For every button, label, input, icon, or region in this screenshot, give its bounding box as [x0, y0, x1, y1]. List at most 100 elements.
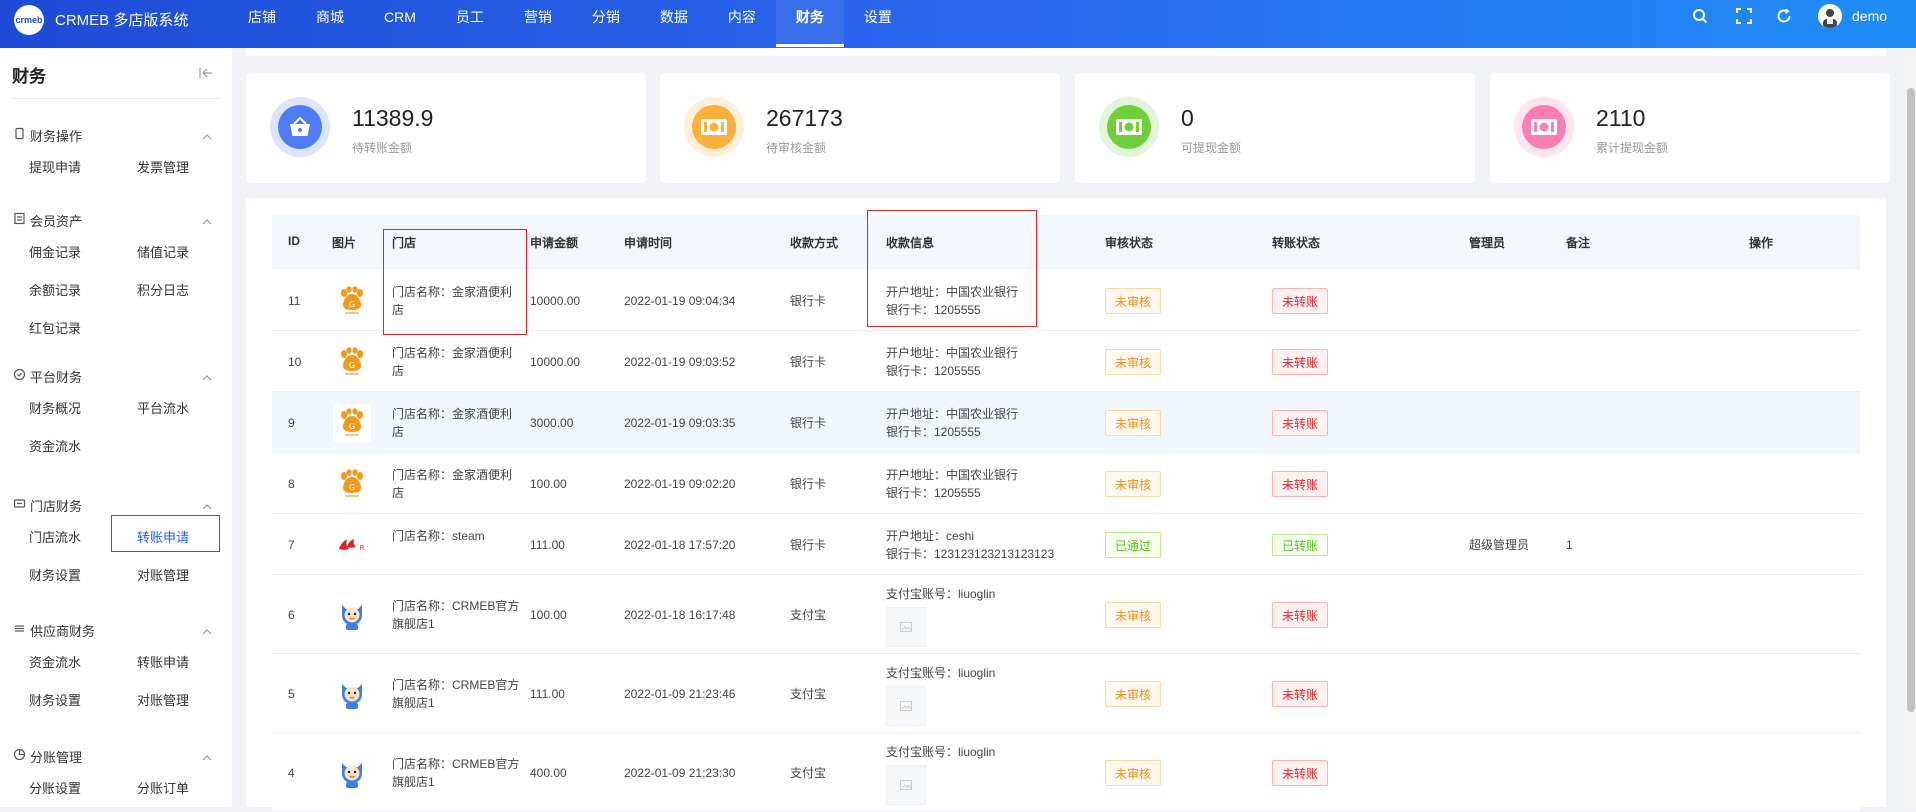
- store-image[interactable]: [333, 675, 371, 713]
- sidebar-item-4-1[interactable]: 转账申请: [137, 652, 189, 671]
- audit-status-badge: 未审核: [1105, 601, 1162, 628]
- top-bar: crmeb CRMEB 多店版系统 店铺 商城 CRM 员工 营销 分销 数据 内容 财务 设置 …: [0, 0, 1916, 48]
- table-row[interactable]: 8 G 门店名称：金家酒便利店 100.00 2022-01-19 09:02:20 银行…: [272, 453, 1860, 514]
- banknote-icon: [692, 105, 736, 149]
- chevron-up-icon[interactable]: [202, 624, 212, 635]
- table-row[interactable]: 4 门店名称：CRMEB官方旗舰店1 400.00 2022-01-09 21:23:…: [272, 733, 1860, 812]
- sidebar-group-1[interactable]: 会员资产: [0, 200, 232, 238]
- sidebar-group-label: 平台财务: [30, 370, 83, 385]
- chevron-up-icon[interactable]: [202, 750, 212, 761]
- stat-icon-ring: [270, 97, 330, 157]
- sidebar-item-3-2[interactable]: 财务设置: [29, 565, 81, 584]
- sidebar-item-3-3[interactable]: 对账管理: [137, 565, 189, 584]
- store-image[interactable]: [333, 596, 371, 634]
- fullscreen-icon[interactable]: [1734, 6, 1754, 26]
- username[interactable]: demo: [1852, 8, 1887, 24]
- stat-label: 待审核金额: [766, 141, 827, 155]
- sidebar-item-3-0[interactable]: 门店流水: [29, 527, 81, 546]
- sidebar-item-4-2[interactable]: 财务设置: [29, 690, 81, 709]
- sidebar-item-2-2[interactable]: 资金流水: [29, 436, 81, 455]
- audit-status-badge: 未审核: [1105, 680, 1162, 707]
- sidebar-item-5-1[interactable]: 分账订单: [137, 778, 189, 797]
- payment-method: 支付宝: [790, 765, 827, 780]
- table-row[interactable]: 7 R 门店名称：steam 111.00 2022-01-18 17:57:20 银行卡…: [272, 514, 1860, 575]
- row-id: 4: [288, 765, 295, 780]
- svg-text:G: G: [349, 483, 355, 492]
- store-image[interactable]: R: [333, 526, 371, 564]
- sidebar-item-1-3[interactable]: 积分日志: [137, 280, 189, 299]
- store-image[interactable]: G: [333, 465, 371, 503]
- table-row[interactable]: 5 门店名称：CRMEB官方旗舰店1 111.00 2022-01-09 21:23:…: [272, 654, 1860, 733]
- stat-icon-ring: [1099, 97, 1159, 157]
- sidebar-group-2[interactable]: 平台财务: [0, 356, 232, 394]
- sidebar-item-0-0[interactable]: 提现申请: [29, 157, 81, 176]
- chevron-up-icon[interactable]: [202, 370, 212, 381]
- nav-item-8[interactable]: 财务: [775, 0, 844, 48]
- chevron-up-icon[interactable]: [202, 499, 212, 510]
- sidebar-item-2-0[interactable]: 财务概况: [29, 398, 81, 417]
- banknote-icon: [1107, 105, 1151, 149]
- sidebar-group-0[interactable]: 财务操作: [0, 115, 232, 153]
- apply-time: 2022-01-19 09:02:20: [624, 476, 736, 491]
- table-row[interactable]: 9 G 门店名称：金家酒便利店 3000.00 2022-01-19 09:03:35 银…: [272, 392, 1860, 453]
- table-row[interactable]: 6 门店名称：CRMEB官方旗舰店1 100.00 2022-01-18 16:17:…: [272, 575, 1860, 654]
- payment-method: 银行卡: [790, 537, 827, 552]
- list-icon: [13, 212, 26, 225]
- pie-chart-icon: [13, 748, 26, 761]
- qr-code-thumbnail[interactable]: [886, 765, 926, 805]
- sidebar-item-4-0[interactable]: 资金流水: [29, 652, 81, 671]
- nav-item-9[interactable]: 设置: [844, 0, 912, 48]
- sidebar-item-1-4[interactable]: 红包记录: [29, 318, 81, 337]
- logo-text: crmeb: [15, 15, 43, 25]
- sidebar-item-1-1[interactable]: 储值记录: [137, 242, 189, 261]
- nav-item-4[interactable]: 营销: [504, 0, 572, 48]
- sidebar-item-0-1[interactable]: 发票管理: [137, 157, 189, 176]
- brand-logo[interactable]: crmeb: [14, 5, 44, 35]
- sidebar-group-5[interactable]: 分账管理: [0, 736, 232, 774]
- sidebar-item-2-1[interactable]: 平台流水: [137, 398, 189, 417]
- qr-code-thumbnail[interactable]: [886, 607, 926, 647]
- sidebar-group-4[interactable]: 供应商财务: [0, 610, 232, 648]
- nav-item-2[interactable]: CRM: [364, 0, 436, 48]
- sidebar-item-1-0[interactable]: 佣金记录: [29, 242, 81, 261]
- chevron-up-icon[interactable]: [202, 214, 212, 225]
- transfer-status-badge: 未转账: [1272, 348, 1329, 375]
- store-name: 门店名称：金家酒便利店: [392, 467, 513, 500]
- highlight-payee-info-column: [867, 210, 1037, 327]
- scrollbar-thumb[interactable]: [1907, 88, 1915, 712]
- nav-item-3[interactable]: 员工: [436, 0, 504, 48]
- store-image[interactable]: G: [333, 343, 371, 381]
- sidebar-item-5-0[interactable]: 分账设置: [29, 778, 81, 797]
- transfer-status-badge: 未转账: [1272, 680, 1329, 707]
- apply-amount: 111.00: [530, 686, 565, 701]
- nav-item-1[interactable]: 商城: [296, 0, 364, 48]
- payee-info-line2: 银行卡：123123123213123123: [886, 546, 1055, 561]
- qr-code-thumbnail[interactable]: [886, 686, 926, 726]
- payee-alipay-account: 支付宝账号：liuoglin: [886, 587, 996, 601]
- chevron-up-icon[interactable]: [202, 129, 212, 140]
- store-image[interactable]: G: [333, 282, 371, 320]
- nav-item-7[interactable]: 内容: [708, 0, 776, 48]
- payee-alipay-account: 支付宝账号：liuoglin: [886, 666, 996, 680]
- table-row[interactable]: 10 G 门店名称：金家酒便利店 10000.00 2022-01-19 09:03:5…: [272, 331, 1860, 392]
- sidebar-item-4-3[interactable]: 对账管理: [137, 690, 189, 709]
- stat-card-3: 2110 累计提现金额: [1490, 73, 1890, 183]
- apply-amount: 3000.00: [530, 415, 574, 430]
- column-header-4: 申请时间: [624, 236, 673, 250]
- sidebar-item-1-2[interactable]: 余额记录: [29, 280, 81, 299]
- store-image[interactable]: [333, 754, 371, 792]
- store-name: 门店名称：CRMEB官方旗舰店1: [392, 677, 520, 710]
- nav-item-0[interactable]: 店铺: [228, 0, 296, 48]
- nav-item-6[interactable]: 数据: [640, 0, 708, 48]
- store-image[interactable]: G: [333, 403, 371, 442]
- nav-item-5[interactable]: 分销: [572, 0, 640, 48]
- collapse-icon[interactable]: [198, 65, 214, 81]
- transfer-status-badge: 未转账: [1272, 287, 1329, 314]
- breadcrumb-strip: [246, 48, 1886, 56]
- apply-time: 2022-01-18 17:57:20: [624, 537, 736, 552]
- search-icon[interactable]: [1690, 6, 1710, 26]
- store-name: 门店名称：金家酒便利店: [392, 406, 513, 439]
- user-avatar[interactable]: [1818, 4, 1842, 28]
- refresh-icon[interactable]: [1774, 6, 1794, 26]
- payment-method: 银行卡: [790, 476, 827, 491]
